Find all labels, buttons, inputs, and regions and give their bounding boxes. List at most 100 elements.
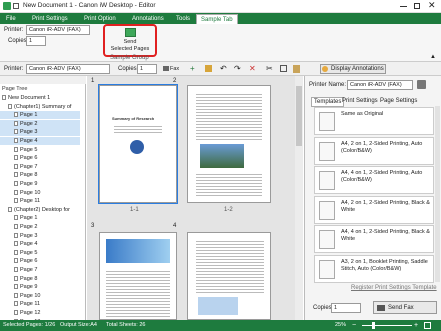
tree-item-label: New Document 1 <box>8 95 51 101</box>
zoom-out-icon[interactable]: − <box>352 320 356 331</box>
thumb-num-2: 2 <box>173 78 177 84</box>
tab-print-option[interactable]: Print Option <box>80 14 120 24</box>
tree-item[interactable]: Page 12 <box>0 309 80 317</box>
tree-item[interactable]: Page 6 <box>0 154 80 162</box>
tree-item[interactable]: (Chapter1) Summary of <box>0 103 80 111</box>
tab-print-settings[interactable]: Print Settings <box>28 14 72 24</box>
undo-icon[interactable]: ↶ <box>220 64 227 73</box>
template-item[interactable]: A4, 4 on 1, 2-Sided Printing, Black & Wh… <box>314 225 434 253</box>
paste-icon[interactable] <box>293 65 300 73</box>
tree-item[interactable]: Page 5 <box>0 249 80 257</box>
register-template-link[interactable]: Register Print Settings Template <box>351 285 437 291</box>
tab-file[interactable]: File <box>2 14 20 24</box>
thumb-photo <box>200 144 244 168</box>
page-icon <box>14 258 18 264</box>
toolbar-printer-select[interactable]: Canon iR-ADV (FAX) <box>26 64 110 74</box>
cut-icon[interactable]: ✂ <box>266 64 273 73</box>
printer-name-select[interactable]: Canon iR-ADV (FAX) <box>347 80 413 90</box>
close-icon[interactable]: ✕ <box>428 1 436 10</box>
page-thumbnail[interactable]: Summary of Research <box>98 84 178 204</box>
display-annotations-button[interactable]: Display Annotations <box>320 64 386 74</box>
page-icon <box>14 224 18 229</box>
tree-item[interactable]: (Chapter2) Desktop for <box>0 206 80 214</box>
send-selected-pages-button[interactable]: Send Selected Pages <box>103 24 157 57</box>
tree-item[interactable]: Page 3 <box>0 128 80 137</box>
tree-item[interactable]: Page 10 <box>0 292 80 300</box>
tree-item[interactable]: Page 8 <box>0 275 80 283</box>
template-item[interactable]: A4, 2 on 1, 2-Sided Printing, Auto (Colo… <box>314 136 434 165</box>
printer-settings-icon[interactable] <box>417 80 426 89</box>
thumb-logo-icon <box>130 140 144 154</box>
maximize-icon[interactable] <box>414 3 420 9</box>
tab-tools[interactable]: Tools <box>172 14 194 24</box>
tree-item-label: Page 1 <box>20 112 38 119</box>
tree-item[interactable]: Page 2 <box>0 119 80 128</box>
tree-item-label: Page 6 <box>20 155 38 162</box>
tree-item-label: Page 2 <box>20 224 38 230</box>
tree-item[interactable]: Page 8 <box>0 171 80 179</box>
panel-copies-field[interactable]: 1 <box>331 303 361 313</box>
tree-item[interactable]: Page 11 <box>0 197 80 205</box>
insert-icon[interactable] <box>205 65 212 72</box>
template-item[interactable]: A4, 2 on 1, 2-Sided Printing, Black & Wh… <box>314 195 434 224</box>
delete-icon[interactable]: ✕ <box>249 64 256 73</box>
tab-print-settings-panel[interactable]: Print Settings <box>342 98 378 104</box>
template-item[interactable]: A4, 4 on 1, 2-Sided Printing, Auto (Colo… <box>314 166 434 194</box>
printer-name-value: Canon iR-ADV (FAX) <box>350 82 402 88</box>
page-icon <box>14 284 18 290</box>
ribbon-copies-field[interactable]: 1 <box>26 36 46 46</box>
page-icon <box>14 189 18 195</box>
template-icon <box>319 141 335 161</box>
page-icon <box>14 275 18 281</box>
tree-item[interactable]: Page 4 <box>0 137 80 145</box>
scrollbar-thumb[interactable] <box>296 86 302 146</box>
tree-item[interactable]: Page 9 <box>0 283 80 291</box>
tree-item-label: Page 12 <box>20 310 41 316</box>
tab-annotations[interactable]: Annotations <box>128 14 168 24</box>
template-item[interactable]: A3, 2 on 1, Booklet Printing, Saddle Sti… <box>314 254 434 283</box>
tree-item[interactable]: Page 5 <box>0 146 80 154</box>
send-selected-pages-label: Send Selected Pages <box>110 39 150 52</box>
sample-group-label: Sample Group <box>110 55 149 61</box>
page-thumbnail[interactable] <box>187 85 271 203</box>
page-icon <box>14 146 18 152</box>
tree-item[interactable]: New Document 1 <box>0 94 80 102</box>
template-label: A4, 4 on 1, 2-Sided Printing, Black & Wh… <box>341 229 430 242</box>
tree-item[interactable]: Page 3 <box>0 232 80 240</box>
tree-item[interactable]: Page 10 <box>0 189 80 197</box>
collapse-ribbon-icon[interactable]: ▲ <box>430 54 436 60</box>
toolbar-copies-field[interactable]: 1 <box>137 64 157 74</box>
template-icon <box>319 112 335 131</box>
tab-sample[interactable]: Sample Tab <box>196 14 238 24</box>
add-icon[interactable]: + <box>190 65 195 73</box>
tab-templates[interactable]: Templates <box>311 97 345 107</box>
zoom-slider-handle[interactable] <box>372 322 375 329</box>
tree-item-label: Page 10 <box>20 189 41 196</box>
page-thumbnail[interactable] <box>187 232 271 320</box>
tree-item[interactable]: Page 7 <box>0 163 80 171</box>
toolbar-copies-label: Copies: <box>118 66 139 72</box>
toolbar-printer-value: Canon iR-ADV (FAX) <box>29 66 81 72</box>
tree-item[interactable]: Page 7 <box>0 266 80 274</box>
page-icon <box>14 155 18 161</box>
quick-save-icon[interactable] <box>13 3 19 9</box>
tree-item[interactable]: Page 11 <box>0 300 80 308</box>
zoom-in-icon[interactable]: + <box>414 320 418 331</box>
fit-page-icon[interactable] <box>424 322 431 329</box>
tree-item[interactable]: Page 4 <box>0 240 80 248</box>
tree-item[interactable]: Page 9 <box>0 180 80 188</box>
redo-icon[interactable]: ↷ <box>234 64 241 73</box>
copy-icon[interactable] <box>280 65 287 72</box>
tree-item[interactable]: Page 2 <box>0 223 80 231</box>
page-icon <box>14 181 18 186</box>
page-thumbnail[interactable] <box>99 232 177 320</box>
template-item[interactable]: Same as Original <box>314 107 434 135</box>
zoom-slider[interactable] <box>362 325 412 326</box>
ribbon-printer-select[interactable]: Canon iR-ADV (FAX) <box>26 25 90 35</box>
template-list-scrollbar[interactable] <box>435 106 440 282</box>
tree-item[interactable]: Page 1 <box>0 111 80 120</box>
tab-page-settings[interactable]: Page Settings <box>380 98 417 104</box>
minimize-icon[interactable] <box>400 6 407 7</box>
tree-item[interactable]: Page 6 <box>0 257 80 265</box>
tree-item[interactable]: Page 1 <box>0 214 80 222</box>
